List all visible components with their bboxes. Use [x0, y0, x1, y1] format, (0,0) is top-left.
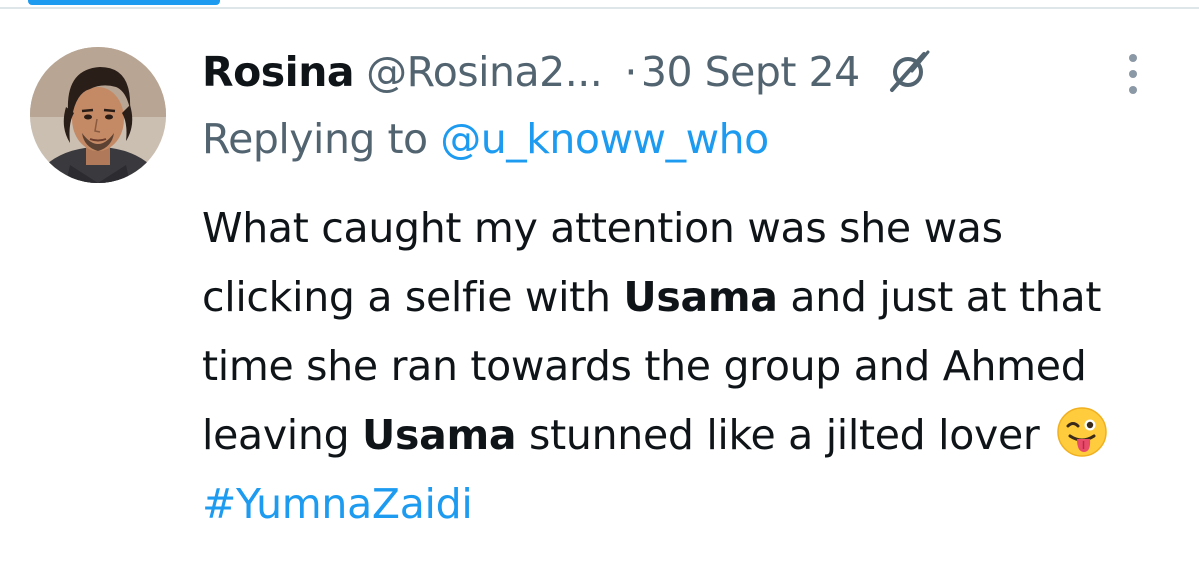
- tweet-header: Rosina @Rosina2... · 30 Sept 24: [202, 42, 932, 102]
- avatar-image: [30, 47, 166, 183]
- top-strip: [0, 0, 1199, 6]
- tweet-date[interactable]: 30 Sept 24: [641, 48, 860, 96]
- replying-to-mention[interactable]: @u_knoww_who: [440, 115, 769, 163]
- more-options-icon[interactable]: [1120, 50, 1146, 100]
- top-divider: [0, 7, 1199, 9]
- tweet-text-segment: stunned like a jilted lover: [516, 411, 1053, 459]
- hashtag-link[interactable]: #YumnaZaidi: [202, 480, 473, 528]
- replying-prefix: Replying to: [202, 115, 428, 163]
- author-name[interactable]: Rosina: [202, 48, 355, 96]
- tweet-text-bold: Usama: [623, 273, 778, 321]
- author-handle[interactable]: @Rosina2...: [366, 48, 603, 96]
- grok-icon[interactable]: [884, 48, 932, 96]
- replying-to-line: Replying to @u_knoww_who: [202, 115, 769, 163]
- tweet-text: What caught my attention was she was cli…: [202, 194, 1162, 539]
- top-tab-indicator: [28, 0, 220, 5]
- header-separator: ·: [624, 48, 637, 96]
- winking-face-with-tongue-icon: [1057, 407, 1107, 457]
- tweet-text-bold: Usama: [362, 411, 517, 459]
- avatar[interactable]: [30, 47, 166, 183]
